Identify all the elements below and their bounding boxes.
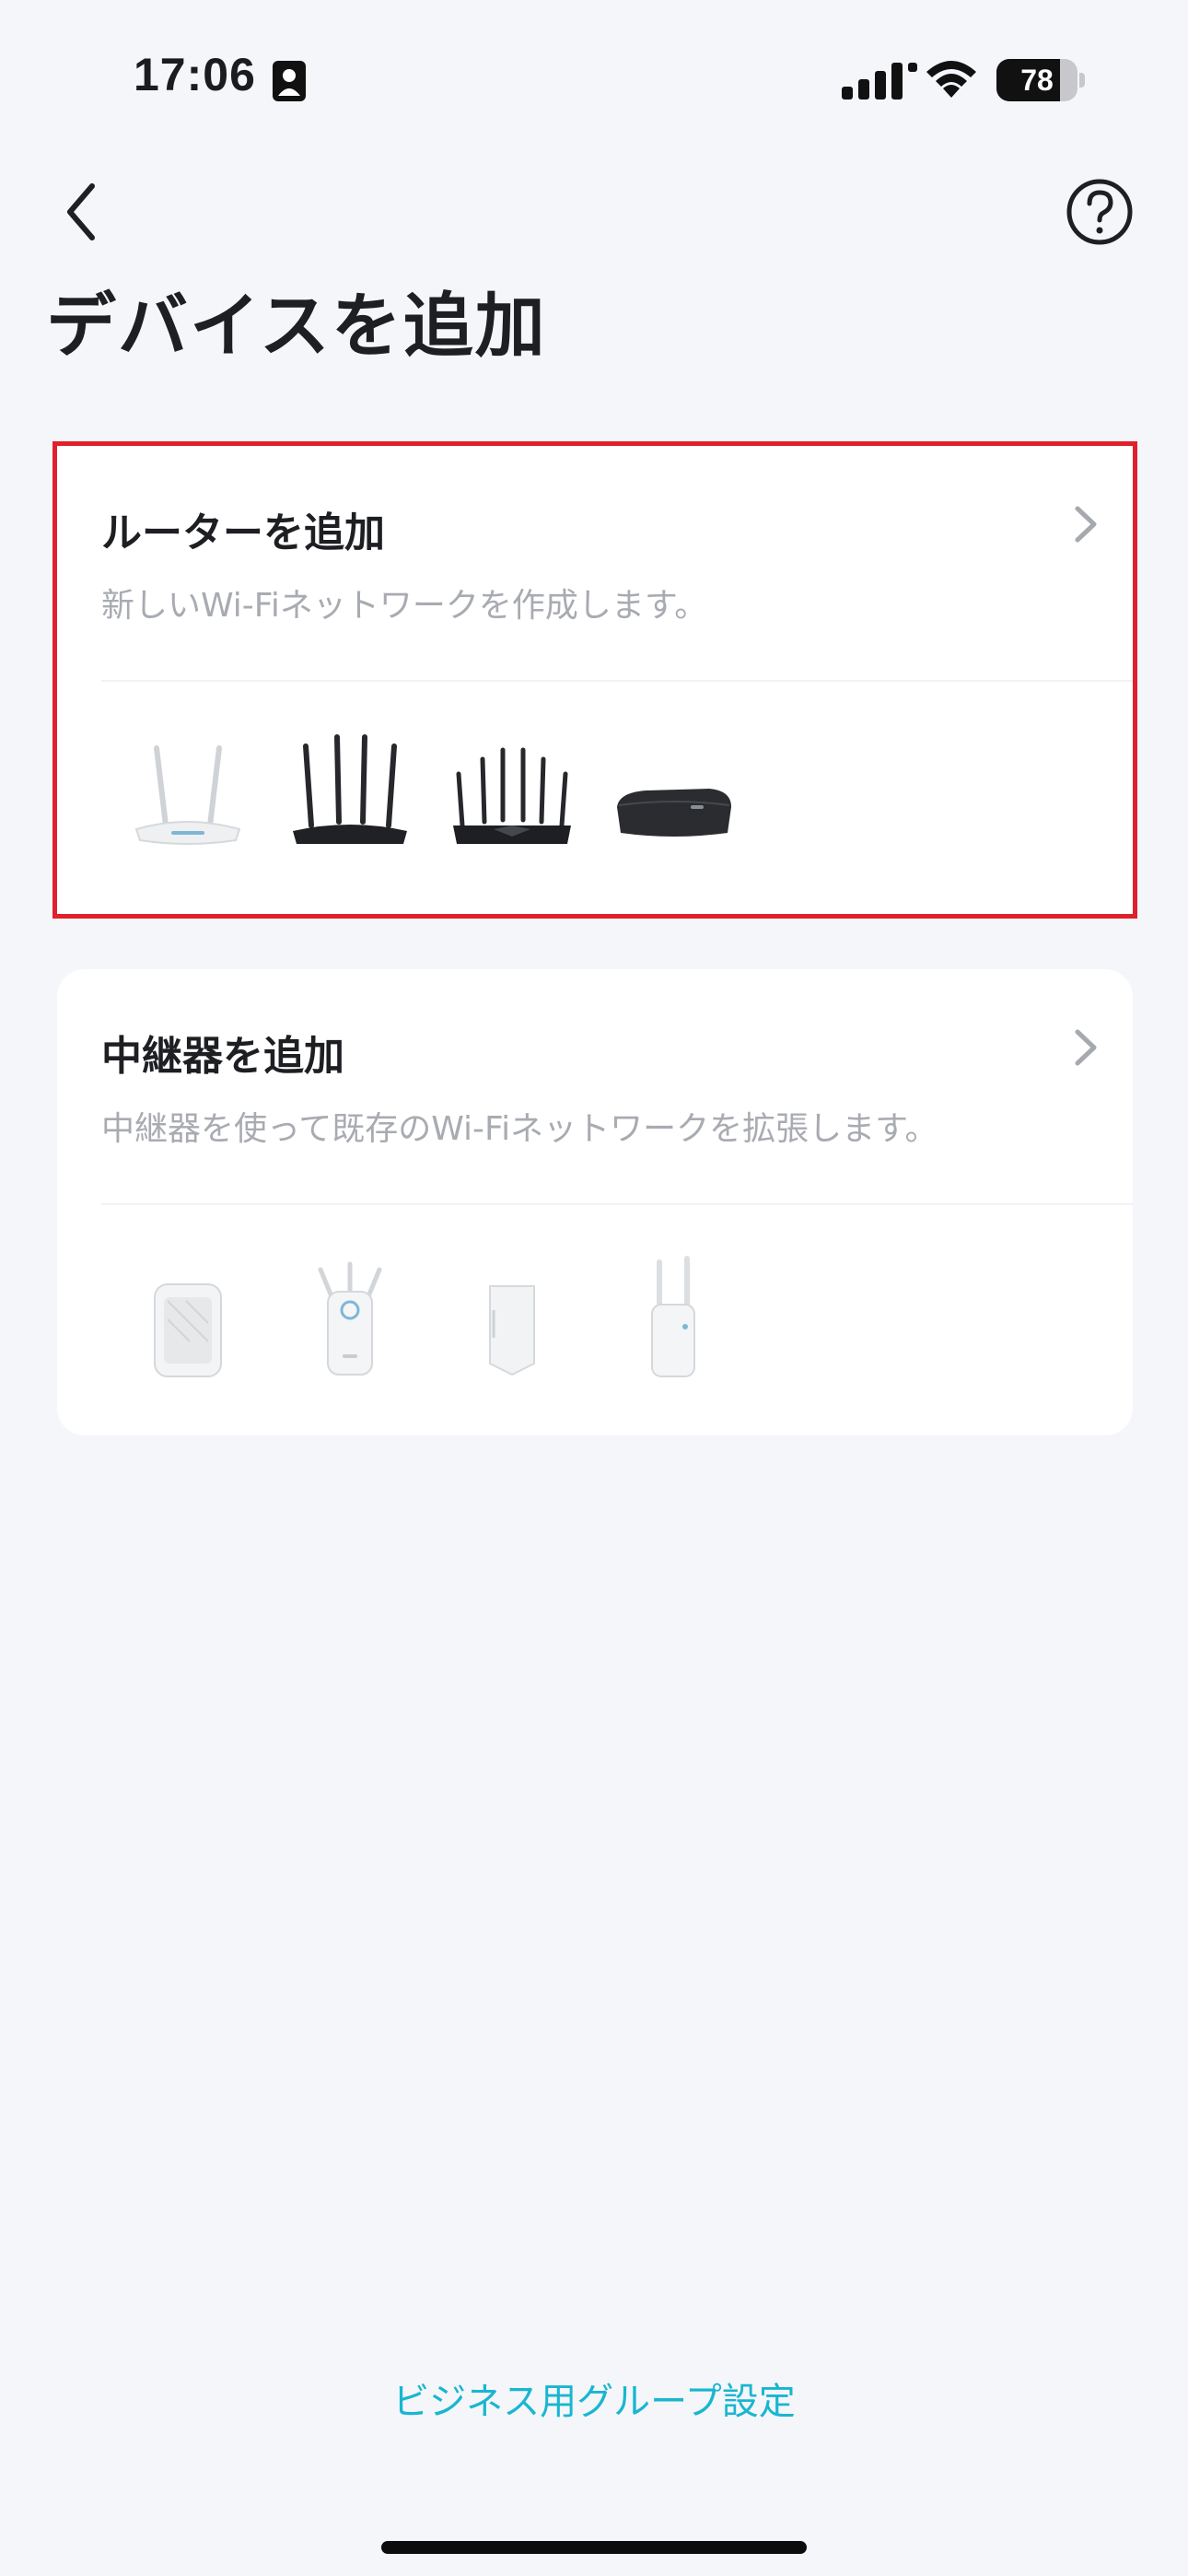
black-router-4-antenna-image	[293, 734, 407, 844]
chevron-left-icon	[67, 183, 95, 240]
battery-cap	[1079, 73, 1085, 88]
add-extender-card[interactable]: 中継器を追加 中継器を使って既存のWi-Fiネットワークを拡張します。	[57, 969, 1133, 1435]
add-router-description: 新しいWi-Fiネットワークを作成します。	[101, 587, 708, 625]
add-router-title: ルーターを追加	[101, 509, 385, 556]
chevron-right-icon	[1075, 1029, 1097, 1066]
wifi-icon	[926, 61, 976, 98]
add-extender-title: 中継器を追加	[101, 1033, 344, 1080]
screen: 17:06 78 デバイスを追加 ルーターを追加 新しいWi-Fiネットワークを…	[0, 0, 1188, 2576]
compact-extender-image	[154, 1283, 222, 1377]
extender-3-antenna-image	[318, 1261, 382, 1376]
status-bar: 17:06 78	[0, 0, 1188, 161]
extender-2-antenna-image	[651, 1256, 695, 1377]
status-time: 17:06	[134, 49, 256, 100]
home-indicator[interactable]	[381, 2541, 807, 2554]
card-divider	[101, 680, 1133, 682]
battery-body: 78	[996, 59, 1077, 101]
add-router-card[interactable]: ルーターを追加 新しいWi-Fiネットワークを作成します。	[52, 441, 1137, 919]
back-button[interactable]	[57, 177, 109, 247]
black-compact-router-image	[617, 789, 731, 837]
business-group-settings-link[interactable]: ビジネス用グループ設定	[0, 2371, 1188, 2425]
contact-card-icon	[273, 61, 306, 101]
add-extender-description: 中継器を使って既存のWi-Fiネットワークを拡張します。	[101, 1110, 938, 1148]
black-router-6-antenna-image	[453, 747, 571, 844]
white-router-image	[134, 745, 241, 845]
page-title: デバイスを追加	[46, 285, 547, 367]
help-button[interactable]	[1065, 177, 1135, 247]
battery-level: 78	[1020, 64, 1054, 97]
battery-indicator: 78	[996, 59, 1085, 101]
chevron-right-icon	[1075, 506, 1097, 543]
router-device-row	[123, 722, 1044, 861]
slim-extender-image	[489, 1285, 535, 1376]
cellular-signal-icon	[842, 63, 917, 100]
extender-device-row	[123, 1246, 1044, 1384]
card-divider	[101, 1203, 1133, 1205]
